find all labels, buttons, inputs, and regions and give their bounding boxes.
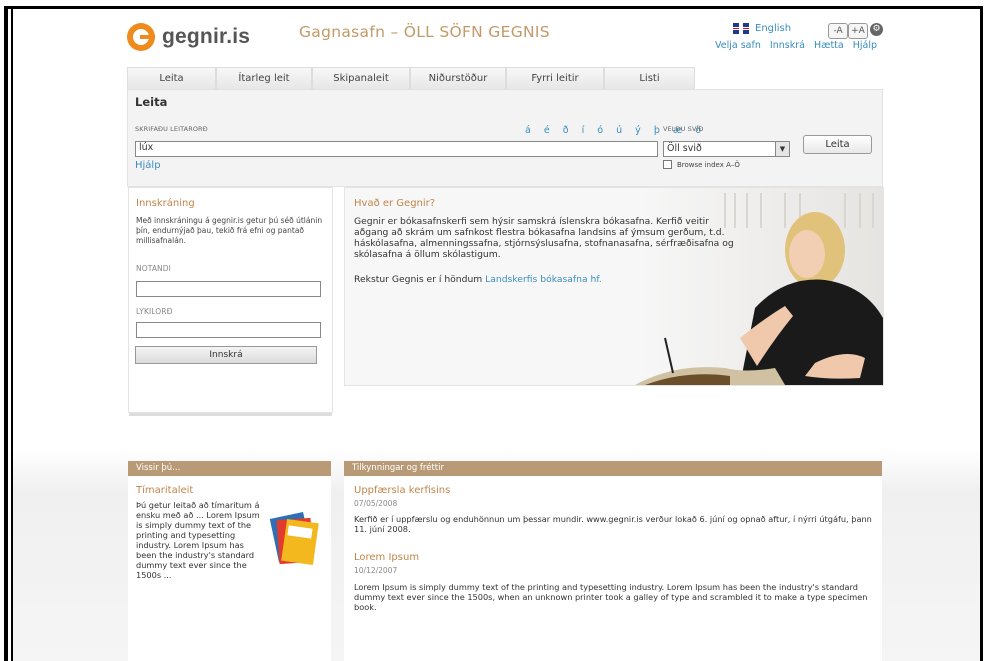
tab-search[interactable]: Leita bbox=[127, 67, 216, 90]
font-increase-button[interactable]: +A bbox=[848, 23, 868, 39]
password-label: LYKILORÐ bbox=[136, 307, 173, 316]
search-panel bbox=[127, 89, 883, 187]
char-eth[interactable]: ð bbox=[563, 125, 574, 136]
search-input-label: SKRIFAÐU LEITARORÐ bbox=[135, 125, 208, 133]
char-e[interactable]: é bbox=[544, 125, 555, 136]
tab-results[interactable]: Niðurstöður bbox=[410, 67, 506, 90]
password-field[interactable] bbox=[136, 322, 321, 338]
tab-advanced-search[interactable]: Ítarleg leit bbox=[216, 67, 312, 90]
operator-line: Rekstur Gegnis er í höndum Landskerfis b… bbox=[354, 274, 602, 285]
news-panel bbox=[344, 476, 882, 661]
about-text: Gegnir er bókasafnskerfi sem hýsir samsk… bbox=[354, 216, 734, 260]
site-logo[interactable]: gegnir.is bbox=[127, 23, 250, 51]
magazines-icon bbox=[269, 511, 319, 566]
select-library-link[interactable]: Velja safn bbox=[715, 40, 761, 51]
scope-label: VELDU SVIÐ bbox=[663, 125, 704, 133]
did-you-know-bar: Vissir þú... bbox=[128, 461, 331, 476]
char-y[interactable]: ý bbox=[635, 125, 646, 136]
top-links: Velja safn Innskrá Hætta Hjálp bbox=[715, 40, 883, 51]
search-input[interactable]: lúx bbox=[135, 141, 658, 157]
logo-g-icon bbox=[127, 23, 155, 51]
tab-previous-searches[interactable]: Fyrri leitir bbox=[506, 67, 604, 90]
login-intro: Með innskráningu á gegnir.is getur þú sé… bbox=[136, 216, 323, 245]
frame-left bbox=[4, 6, 8, 661]
database-title: Gagnasafn – ÖLL SÖFN GEGNIS bbox=[299, 23, 550, 41]
about-heading: Hvað er Gegnir? bbox=[354, 198, 436, 209]
english-link[interactable]: English bbox=[755, 23, 791, 34]
scope-select[interactable]: Öll svið ▼ bbox=[663, 141, 790, 157]
browse-index-option[interactable]: Browse index A–Ö bbox=[663, 160, 740, 169]
char-u[interactable]: ú bbox=[616, 125, 627, 136]
language-switch[interactable]: English bbox=[733, 23, 791, 34]
news-bar: Tilkynningar og fréttir bbox=[344, 461, 882, 476]
tab-list[interactable]: Listi bbox=[604, 67, 695, 90]
search-button[interactable]: Leita bbox=[803, 135, 872, 154]
browse-index-label: Browse index A–Ö bbox=[677, 160, 740, 169]
chevron-down-icon[interactable]: ▼ bbox=[775, 142, 789, 156]
login-button[interactable]: Innskrá bbox=[135, 346, 317, 364]
uk-flag-icon bbox=[733, 23, 749, 34]
help-link[interactable]: Hjálp bbox=[853, 40, 877, 51]
char-i[interactable]: í bbox=[582, 125, 590, 136]
news-2-date: 10/12/2007 bbox=[354, 566, 398, 575]
periodicals-heading[interactable]: Tímaritaleit bbox=[136, 485, 193, 496]
news-1-text: Kerfið er í uppfærslu og enduhönnun um þ… bbox=[354, 514, 872, 534]
operator-prefix: Rekstur Gegnis er í höndum bbox=[354, 274, 486, 285]
frame-right bbox=[980, 6, 983, 661]
scope-value: Öll svið bbox=[667, 143, 702, 154]
news-2-text: Lorem Ipsum is simply dummy text of the … bbox=[354, 582, 868, 612]
news-1-date: 07/05/2008 bbox=[354, 499, 398, 508]
char-a[interactable]: á bbox=[525, 125, 536, 136]
periodicals-text: Þú getur leitað að tímaritum á ensku með… bbox=[136, 500, 260, 580]
logo-text: gegnir.is bbox=[162, 25, 251, 48]
login-link[interactable]: Innskrá bbox=[770, 40, 805, 51]
news-2-title[interactable]: Lorem Ipsum bbox=[354, 552, 419, 563]
tab-command-search[interactable]: Skipanaleit bbox=[312, 67, 410, 90]
search-help-link[interactable]: Hjálp bbox=[135, 160, 161, 171]
font-decrease-button[interactable]: -A bbox=[828, 23, 848, 39]
settings-circle-icon[interactable]: ⚙ bbox=[870, 23, 883, 36]
search-heading: Leita bbox=[135, 95, 168, 109]
browse-index-checkbox[interactable] bbox=[663, 160, 672, 169]
username-field[interactable] bbox=[136, 281, 321, 297]
news-1-title[interactable]: Uppfærsla kerfisins bbox=[354, 485, 450, 496]
operator-link[interactable]: Landskerfis bókasafna hf. bbox=[485, 274, 602, 285]
browser-page: gegnir.is Gagnasafn – ÖLL SÖFN GEGNIS En… bbox=[13, 9, 980, 661]
username-label: NOTANDI bbox=[136, 264, 171, 273]
logout-link[interactable]: Hætta bbox=[814, 40, 844, 51]
char-o[interactable]: ó bbox=[597, 125, 608, 136]
login-heading: Innskráning bbox=[136, 198, 195, 209]
